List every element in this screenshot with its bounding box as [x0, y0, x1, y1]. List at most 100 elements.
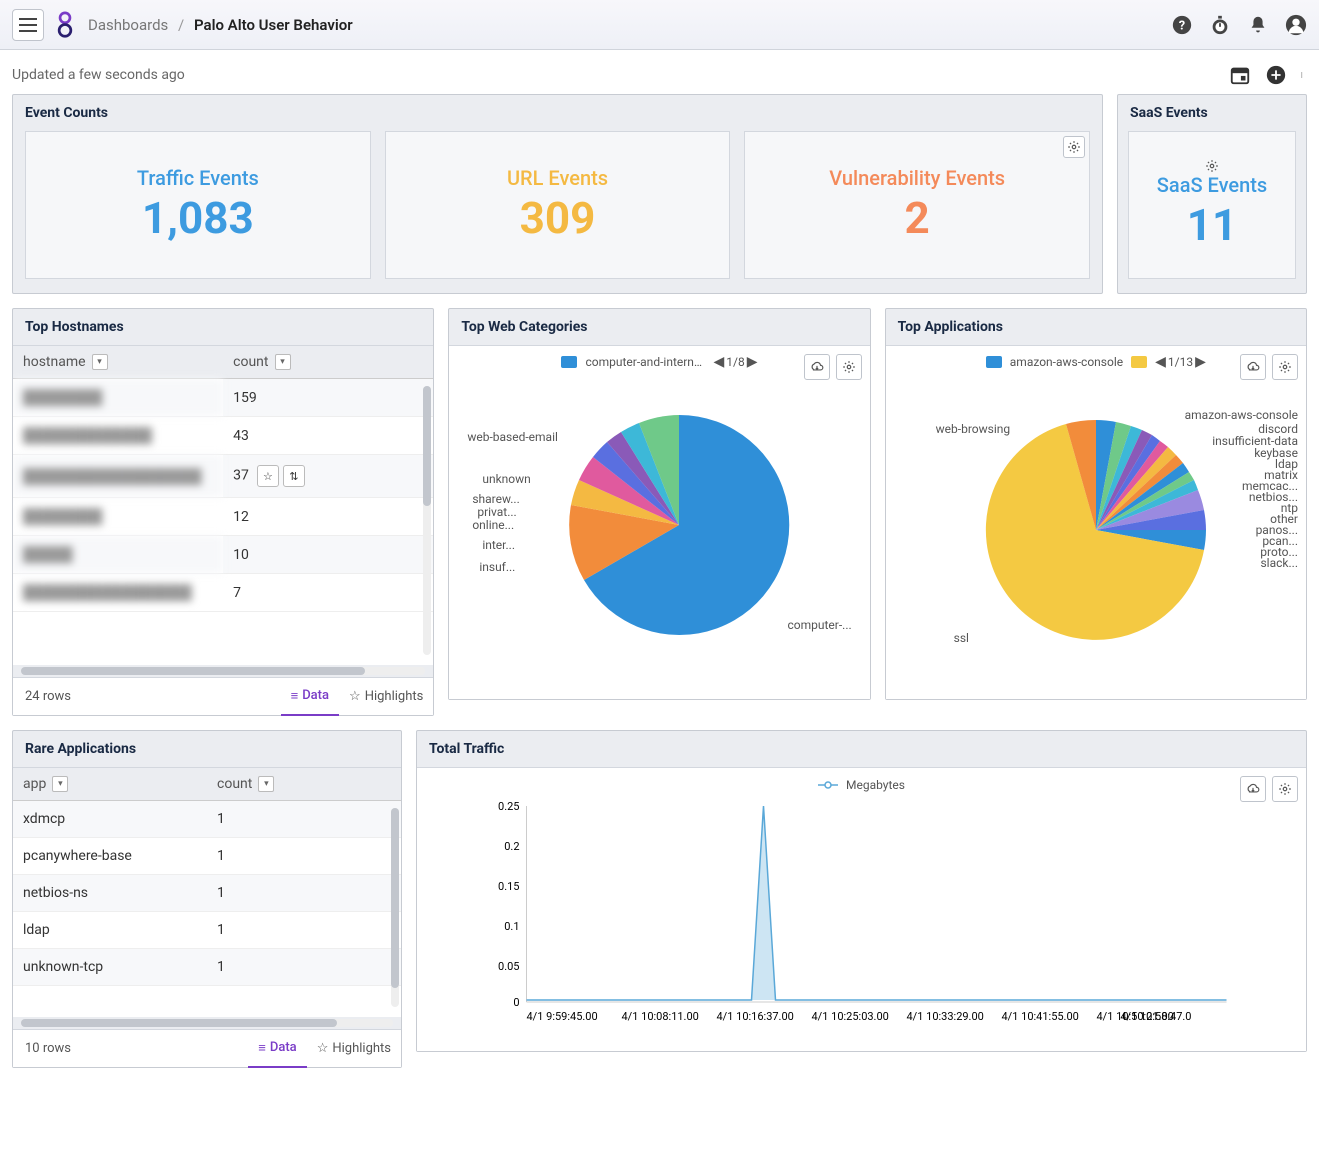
table-row[interactable]: ██████████████████37☆⇅	[13, 455, 433, 498]
svg-text:0.1: 0.1	[504, 920, 519, 933]
line-chart[interactable]: 0.25 0.2 0.15 0.1 0.05 0 4/1 9:59:45.00 …	[429, 792, 1294, 1022]
svg-text:4/1 10:16:37.00: 4/1 10:16:37.00	[717, 1010, 794, 1022]
breadcrumb: Dashboards / Palo Alto User Behavior	[88, 16, 353, 34]
column-menu-icon[interactable]: ▾	[275, 354, 291, 370]
legend-swatch	[986, 356, 1002, 368]
user-icon[interactable]	[1285, 14, 1307, 36]
app-cell: ldap	[13, 912, 207, 949]
table-row[interactable]: ████████159	[13, 379, 433, 417]
pie-label: inter...	[482, 538, 515, 552]
legend-swatch	[1131, 356, 1147, 368]
tab-data[interactable]: ≡Data	[281, 678, 339, 716]
count-cell: 37☆⇅	[223, 455, 433, 498]
card-value: 1,083	[142, 192, 254, 244]
top-applications-panel: Top Applications amazon-aws-console ◀ 1/…	[885, 308, 1307, 700]
pie-label: online...	[472, 518, 514, 532]
tab-highlights[interactable]: ☆Highlights	[339, 678, 433, 716]
saas-events-card[interactable]: SaaS Events 11	[1128, 131, 1296, 279]
download-icon[interactable]	[1240, 776, 1266, 802]
column-header[interactable]: count	[233, 354, 268, 370]
svg-text:0.25: 0.25	[498, 800, 519, 813]
legend-label: amazon-aws-console	[1010, 355, 1123, 369]
breadcrumb-root[interactable]: Dashboards	[88, 16, 168, 34]
card-label: URL Events	[507, 166, 608, 190]
table-row[interactable]: unknown-tcp1	[13, 949, 401, 986]
total-traffic-panel: Total Traffic Megabytes 0.25 0.2 0.15 0.…	[416, 730, 1307, 1052]
pie-label: sharew...	[472, 492, 519, 506]
card-label: Traffic Events	[137, 166, 259, 190]
sub-bar: Updated a few seconds ago	[0, 50, 1319, 94]
table-row[interactable]: xdmcp1	[13, 801, 401, 838]
column-menu-icon[interactable]: ▾	[258, 776, 274, 792]
gear-icon[interactable]	[1272, 776, 1298, 802]
table-row[interactable]: ████████12	[13, 498, 433, 536]
hostname-cell: ████████	[13, 379, 223, 417]
add-icon[interactable]	[1265, 64, 1287, 86]
top-hostnames-panel: Top Hostnames hostname▾ count▾ ████████1…	[12, 308, 434, 716]
table-row[interactable]: █████████████43	[13, 417, 433, 455]
tab-data[interactable]: ≡Data	[248, 1030, 306, 1068]
pager-next-icon[interactable]: ▶	[747, 354, 758, 370]
sort-icon[interactable]: ⇅	[283, 465, 305, 487]
count-cell: 1	[207, 949, 401, 986]
pie-label: amazon-aws-console	[1185, 408, 1298, 422]
count-cell: 159	[223, 379, 433, 417]
gear-icon[interactable]	[1063, 136, 1085, 158]
card-value: 11	[1187, 199, 1238, 251]
pie-label: computer-...	[787, 618, 851, 632]
traffic-events-card[interactable]: Traffic Events 1,083	[25, 131, 371, 279]
column-header[interactable]: app	[23, 776, 46, 792]
panel-title: Top Hostnames	[13, 309, 433, 345]
pie-chart[interactable]	[479, 375, 839, 665]
hostname-cell: ████████	[13, 498, 223, 536]
breadcrumb-current: Palo Alto User Behavior	[194, 16, 353, 34]
table-row[interactable]: ldap1	[13, 912, 401, 949]
panel-title: Rare Applications	[13, 731, 401, 767]
bell-icon[interactable]	[1247, 14, 1269, 36]
scrollbar[interactable]	[391, 808, 399, 1007]
legend-swatch	[561, 356, 577, 368]
tab-highlights[interactable]: ☆Highlights	[307, 1030, 401, 1068]
app-cell: netbios-ns	[13, 875, 207, 912]
svg-text:4/1 9:59:45.00: 4/1 9:59:45.00	[527, 1010, 598, 1022]
menu-button[interactable]	[12, 9, 44, 41]
svg-text:4/1 10:41:55.00: 4/1 10:41:55.00	[1002, 1010, 1079, 1022]
star-icon[interactable]: ☆	[257, 465, 279, 487]
svg-text:4/1 10:33:29.00: 4/1 10:33:29.00	[907, 1010, 984, 1022]
table-row[interactable]: pcanywhere-base1	[13, 838, 401, 875]
pie-label: web-based-email	[467, 430, 558, 444]
row-count: 10 rows	[13, 1041, 83, 1056]
svg-text:0: 0	[513, 996, 519, 1009]
help-icon[interactable]: ?	[1171, 14, 1193, 36]
column-header[interactable]: hostname	[23, 354, 86, 370]
pie-label: slack...	[1260, 556, 1298, 570]
timer-icon[interactable]	[1209, 14, 1231, 36]
column-menu-icon[interactable]: ▾	[52, 776, 68, 792]
row-count: 24 rows	[13, 689, 83, 704]
app-cell: pcanywhere-base	[13, 838, 207, 875]
pager-next-icon[interactable]: ▶	[1195, 354, 1206, 370]
more-icon[interactable]	[1301, 64, 1307, 86]
hostnames-table: hostname▾ count▾ ████████159████████████…	[13, 346, 433, 612]
column-header[interactable]: count	[217, 776, 252, 792]
pager-label: 1/8	[726, 355, 744, 369]
table-row[interactable]: █████10	[13, 536, 433, 574]
scrollbar[interactable]	[423, 386, 431, 655]
url-events-card[interactable]: URL Events 309	[385, 131, 731, 279]
vulnerability-events-card[interactable]: Vulnerability Events 2	[744, 131, 1090, 279]
app-cell: unknown-tcp	[13, 949, 207, 986]
scrollbar[interactable]	[21, 667, 425, 675]
hostname-cell: █████████████	[13, 417, 223, 455]
legend-label: computer-and-internet-info	[585, 355, 705, 369]
pager-prev-icon[interactable]: ◀	[713, 354, 724, 370]
scrollbar[interactable]	[21, 1019, 393, 1027]
gear-icon[interactable]	[1205, 159, 1219, 173]
pie-label: unknown	[482, 472, 530, 486]
saas-events-panel: SaaS Events SaaS Events 11	[1117, 94, 1307, 294]
panel-title: Top Web Categories	[449, 309, 869, 345]
table-row[interactable]: █████████████████7	[13, 574, 433, 612]
pager-prev-icon[interactable]: ◀	[1155, 354, 1166, 370]
column-menu-icon[interactable]: ▾	[92, 354, 108, 370]
table-row[interactable]: netbios-ns1	[13, 875, 401, 912]
calendar-icon[interactable]	[1229, 64, 1251, 86]
